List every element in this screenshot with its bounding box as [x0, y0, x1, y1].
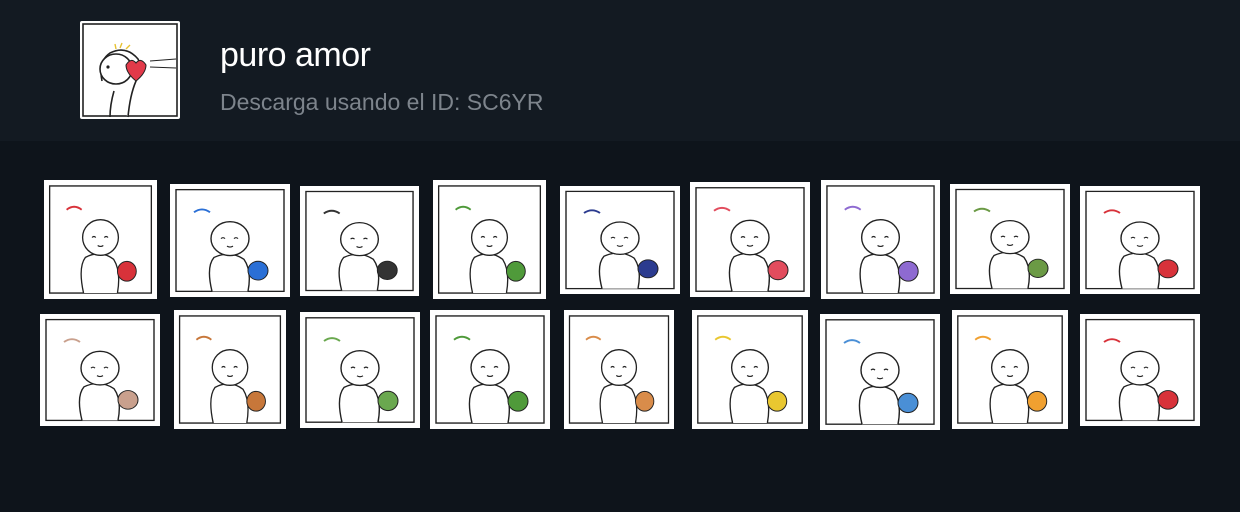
red-hood-basket-icon	[695, 187, 805, 292]
sticker-item[interactable]	[44, 180, 157, 299]
cooking-music-icon	[955, 188, 1065, 290]
chinese-groom-icon	[1085, 318, 1195, 422]
sticker-item[interactable]	[40, 314, 160, 426]
sticker-item[interactable]	[433, 180, 546, 299]
pack-id-label: Descarga usando el ID: SC6YR	[220, 89, 544, 115]
sticker-item[interactable]	[170, 184, 290, 297]
sticker-item[interactable]	[692, 310, 808, 429]
chinese-bride-icon	[1085, 190, 1195, 290]
frog-icon	[305, 317, 415, 423]
sticker-item[interactable]	[821, 180, 940, 299]
sticker-item[interactable]	[560, 186, 680, 294]
basketball-player-icon	[178, 315, 282, 424]
pack-title: puro amor	[220, 36, 371, 74]
butterflies-icon	[697, 315, 803, 424]
pack-header: puro amor Descarga usando el ID: SC6YR	[0, 0, 1240, 141]
sticker-item[interactable]	[952, 310, 1068, 429]
climbing-beanstalk-icon	[435, 315, 545, 424]
umbrella-rain-icon	[175, 188, 285, 293]
ice-cream-rain-icon	[568, 315, 670, 424]
sticker-item[interactable]	[1080, 186, 1200, 294]
pack-thumbnail	[80, 21, 180, 119]
sticker-item[interactable]	[174, 310, 286, 429]
sticker-item[interactable]	[690, 182, 810, 297]
sticker-item[interactable]	[300, 186, 419, 296]
basketball-hoop-icon	[48, 185, 153, 294]
sticker-item[interactable]	[1080, 314, 1200, 426]
sticker-item[interactable]	[820, 314, 940, 430]
heart-blob-icon	[82, 23, 178, 118]
watering-can-icon	[826, 185, 935, 294]
sticker-item[interactable]	[950, 184, 1070, 294]
baseball-cap-bat-icon	[565, 190, 675, 290]
sticker-item[interactable]	[564, 310, 674, 429]
drinking-bottle-icon	[825, 319, 935, 425]
black-cap-icon	[305, 190, 414, 292]
sticker-item[interactable]	[300, 312, 420, 428]
beanstalk-icon	[437, 185, 542, 294]
sticker-item[interactable]	[430, 310, 550, 429]
cat-flower-icon	[45, 318, 155, 422]
flower-bowl-icon	[957, 315, 1063, 424]
